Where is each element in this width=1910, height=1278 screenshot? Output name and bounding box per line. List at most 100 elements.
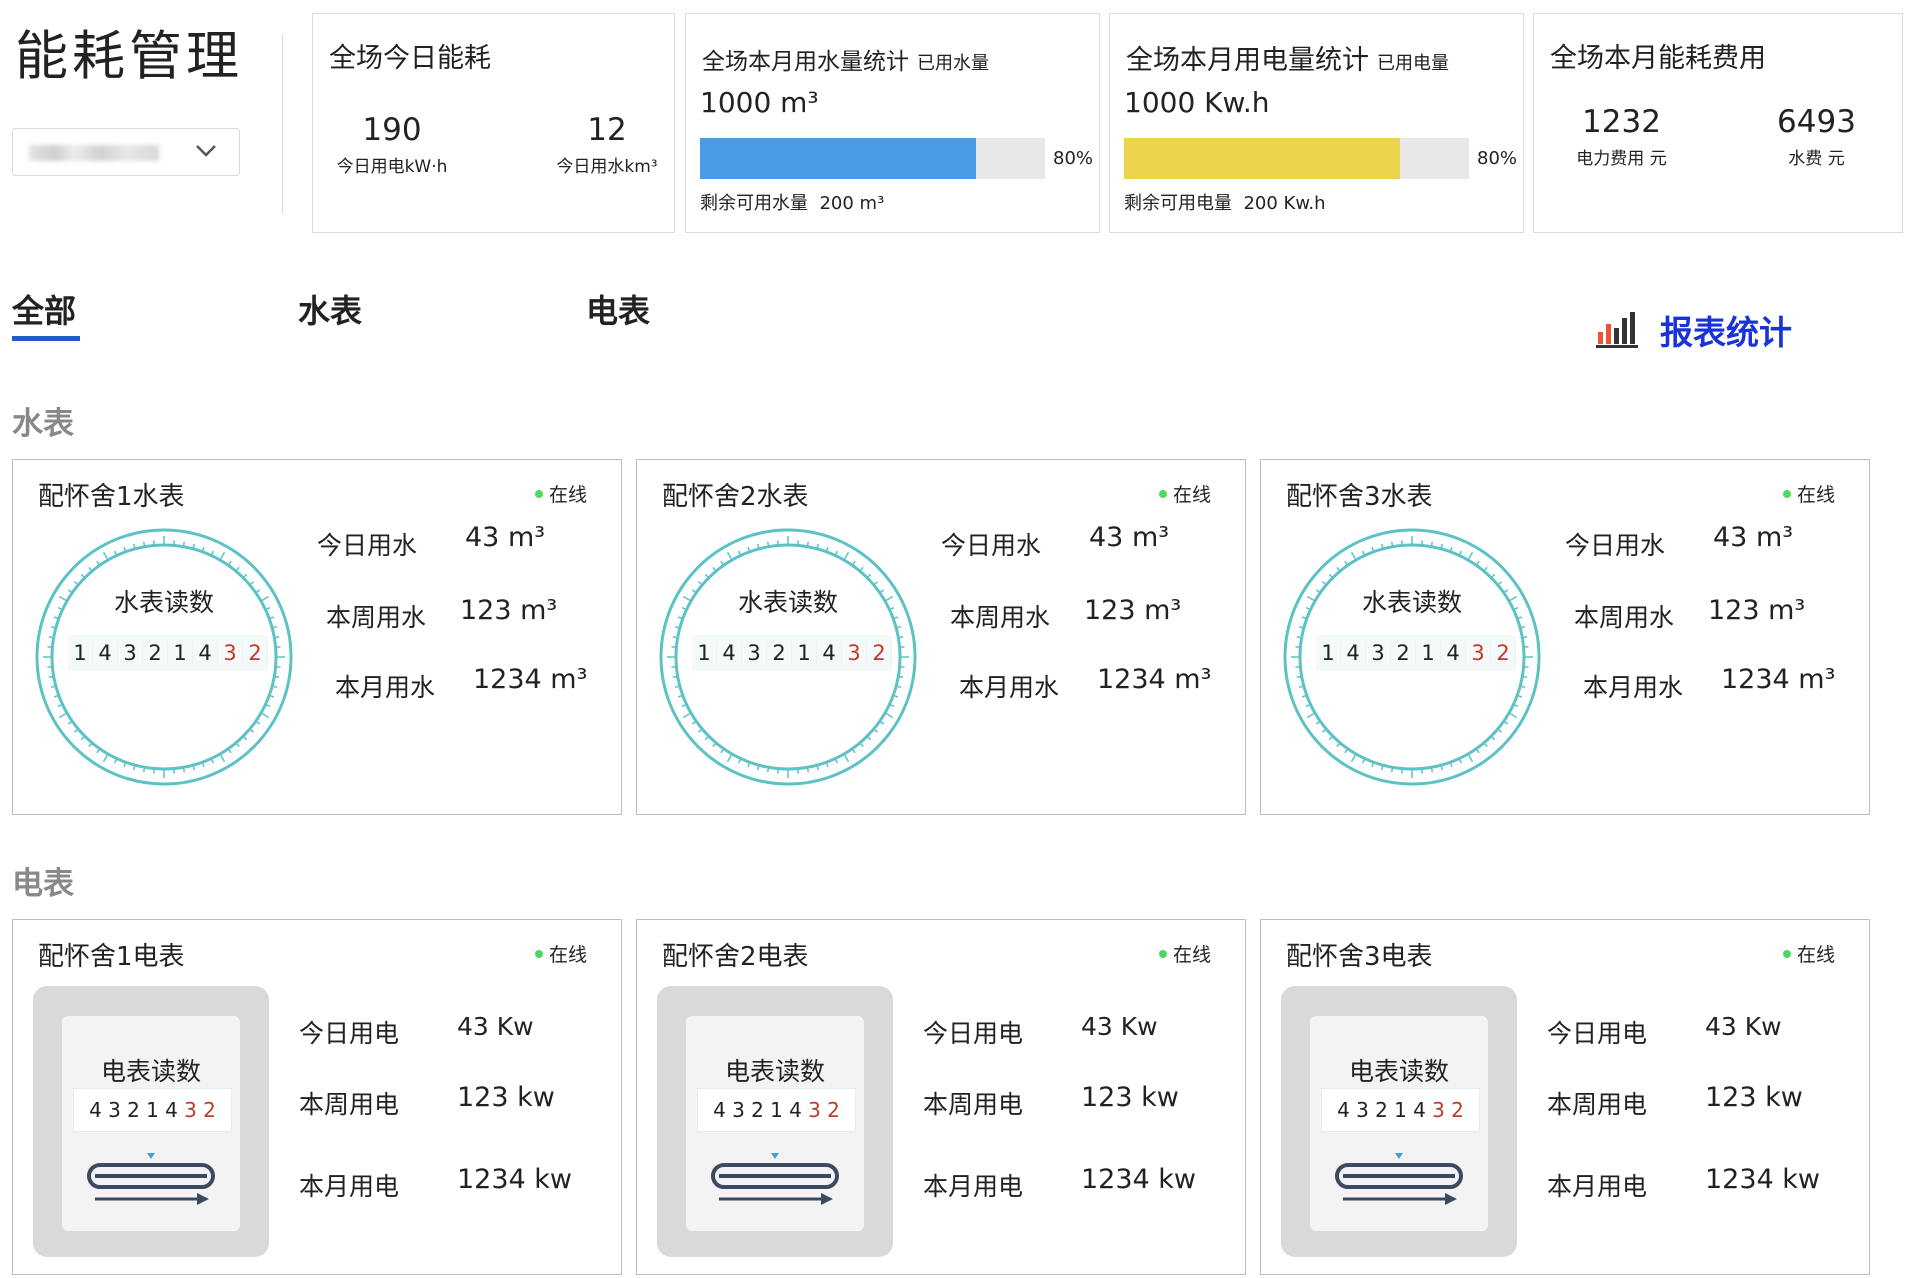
- stat-value: 123 kw: [1705, 1082, 1803, 1113]
- reading-digit: 2: [203, 1098, 216, 1122]
- electric-used-value: 1000 Kw.h: [1124, 86, 1270, 119]
- reading-digit: 4: [1341, 641, 1366, 665]
- reading-digit: 4: [1337, 1098, 1350, 1122]
- energy-cost-card: 全场本月能耗费用 1232 电力费用 元 6493 水费 元: [1533, 13, 1903, 233]
- reading-digit: 1: [1316, 641, 1341, 665]
- card-subtitle: 已用电量: [1377, 53, 1449, 74]
- chevron-down-icon[interactable]: [193, 137, 219, 170]
- kpi-value: 6493: [1777, 104, 1856, 140]
- dial-title: 电表读数: [724, 1057, 825, 1086]
- water-dial: 水表读数 14321432: [1282, 527, 1542, 787]
- water-progress-fill: [700, 138, 976, 179]
- status-dot-icon: [534, 489, 543, 498]
- reading-digit: 3: [808, 1098, 821, 1122]
- digit-readout: 14321432: [68, 635, 268, 671]
- reading-digit: 2: [1451, 1098, 1464, 1122]
- reading-digit: 3: [1356, 1098, 1369, 1122]
- digit-readout: 4321432: [1321, 1088, 1480, 1132]
- meter-name: 配怀舍3电表: [1286, 942, 1433, 972]
- reading-digit: 2: [751, 1098, 764, 1122]
- status-label: 在线: [1796, 484, 1835, 506]
- status-dot-icon: [1158, 949, 1167, 958]
- water-progress-percent: 80%: [1053, 148, 1094, 169]
- remain-value: 200 Kw.h: [1243, 193, 1326, 214]
- stat-label: 本月用电: [1547, 1172, 1648, 1201]
- digit-readout: 4321432: [73, 1088, 232, 1132]
- today-water-kpi: 12 今日用水km³: [548, 112, 666, 177]
- reading-digit: 3: [1366, 641, 1391, 665]
- electric-progress-percent: 80%: [1477, 148, 1518, 169]
- stat-label: 今日用水: [941, 531, 1042, 560]
- electric-meter-card[interactable]: 配怀舍3电表 在线 电表读数 4321432 今日用电 43 Kw 本周用电 1…: [1260, 919, 1870, 1275]
- stat-label: 今日用电: [299, 1019, 400, 1048]
- card-subtitle: 已用水量: [917, 53, 989, 74]
- stat-label: 本月用电: [923, 1172, 1024, 1201]
- dial-title: 水表读数: [113, 588, 214, 617]
- tab-all[interactable]: 全部: [12, 286, 76, 332]
- reading-digit: 2: [243, 641, 268, 665]
- water-meter-card[interactable]: 配怀舍1水表 在线 水表读数 14321432 今日用水 43 m³ 本周用水 …: [12, 459, 622, 815]
- active-tab-indicator: [12, 336, 80, 341]
- status-dot-icon: [534, 949, 543, 958]
- report-link-label: 报表统计: [1660, 313, 1792, 352]
- reading-digit: 2: [1375, 1098, 1388, 1122]
- card-title-text: 全场本月用水量统计: [702, 49, 909, 75]
- reading-digit: 2: [827, 1098, 840, 1122]
- tab-water[interactable]: 水表: [298, 286, 362, 332]
- reading-digit: 2: [127, 1098, 140, 1122]
- reading-digit: 4: [1441, 641, 1466, 665]
- reading-digit: 4: [193, 641, 218, 665]
- reading-digit: 2: [1391, 641, 1416, 665]
- reading-digit: 1: [168, 641, 193, 665]
- report-statistics-link[interactable]: 报表统计: [1596, 306, 1792, 354]
- reading-digit: 4: [713, 1098, 726, 1122]
- reading-digit: 4: [717, 641, 742, 665]
- stat-value: 123 kw: [457, 1082, 555, 1113]
- stat-value: 43 Kw: [1705, 1012, 1782, 1041]
- meter-name: 配怀舍3水表: [1286, 482, 1433, 512]
- reading-digit: 1: [770, 1098, 783, 1122]
- farm-selector[interactable]: [12, 128, 240, 176]
- water-meter-card[interactable]: 配怀舍2水表 在线 水表读数 14321432 今日用水 43 m³ 本周用水 …: [636, 459, 1246, 815]
- reading-digit: 3: [118, 641, 143, 665]
- reading-digit: 1: [692, 641, 717, 665]
- dial-title: 电表读数: [100, 1057, 201, 1086]
- reading-digit: 2: [1491, 641, 1516, 665]
- status-dot-icon: [1158, 489, 1167, 498]
- electric-meter-card[interactable]: 配怀舍1电表 在线 电表读数 4321432 今日用电 43 Kw 本周用电 1…: [12, 919, 622, 1275]
- reading-digit: 4: [165, 1098, 178, 1122]
- electric-remaining: 剩余可用电量 200 Kw.h: [1124, 189, 1326, 215]
- water-remaining: 剩余可用水量 200 m³: [700, 189, 884, 215]
- stat-label: 本月用电: [299, 1172, 400, 1201]
- meter-name: 配怀舍2电表: [662, 942, 809, 972]
- reading-digit: 2: [143, 641, 168, 665]
- stat-value: 1234 kw: [457, 1164, 573, 1195]
- meter-face: 电表读数 4321432: [62, 1016, 240, 1231]
- water-cost-kpi: 6493 水费 元: [1749, 104, 1884, 169]
- stat-value: 123 m³: [1084, 595, 1182, 626]
- stat-value: 43 Kw: [457, 1012, 534, 1041]
- kpi-label: 水费 元: [1788, 149, 1845, 169]
- tab-electric[interactable]: 电表: [586, 286, 650, 332]
- meter-rotor-icon: [711, 1153, 839, 1205]
- dial-title: 水表读数: [737, 588, 838, 617]
- today-energy-card: 全场今日能耗 190 今日用电kW·h 12 今日用水km³: [312, 13, 675, 233]
- header-divider: [282, 34, 283, 214]
- stat-label: 今日用水: [317, 531, 418, 560]
- stat-label: 本月用水: [959, 673, 1060, 702]
- electric-cost-kpi: 1232 电力费用 元: [1554, 104, 1689, 169]
- card-title-text: 全场本月用电量统计: [1126, 45, 1369, 76]
- reading-digit: 4: [89, 1098, 102, 1122]
- reading-digit: 1: [68, 641, 93, 665]
- kpi-label: 电力费用 元: [1576, 149, 1667, 169]
- electric-meter-card[interactable]: 配怀舍2电表 在线 电表读数 4321432 今日用电 43 Kw 本周用电 1…: [636, 919, 1246, 1275]
- stat-value: 1234 m³: [1097, 664, 1212, 695]
- reading-digit: 1: [1394, 1098, 1407, 1122]
- water-progress-bar: [700, 138, 1045, 179]
- stat-value: 43 Kw: [1081, 1012, 1158, 1041]
- remain-label: 剩余可用电量: [1124, 193, 1232, 214]
- stat-label: 本周用水: [326, 603, 427, 632]
- water-meter-card[interactable]: 配怀舍3水表 在线 水表读数 14321432 今日用水 43 m³ 本周用水 …: [1260, 459, 1870, 815]
- stat-value: 43 m³: [465, 522, 546, 553]
- water-section-title: 水表: [12, 406, 74, 442]
